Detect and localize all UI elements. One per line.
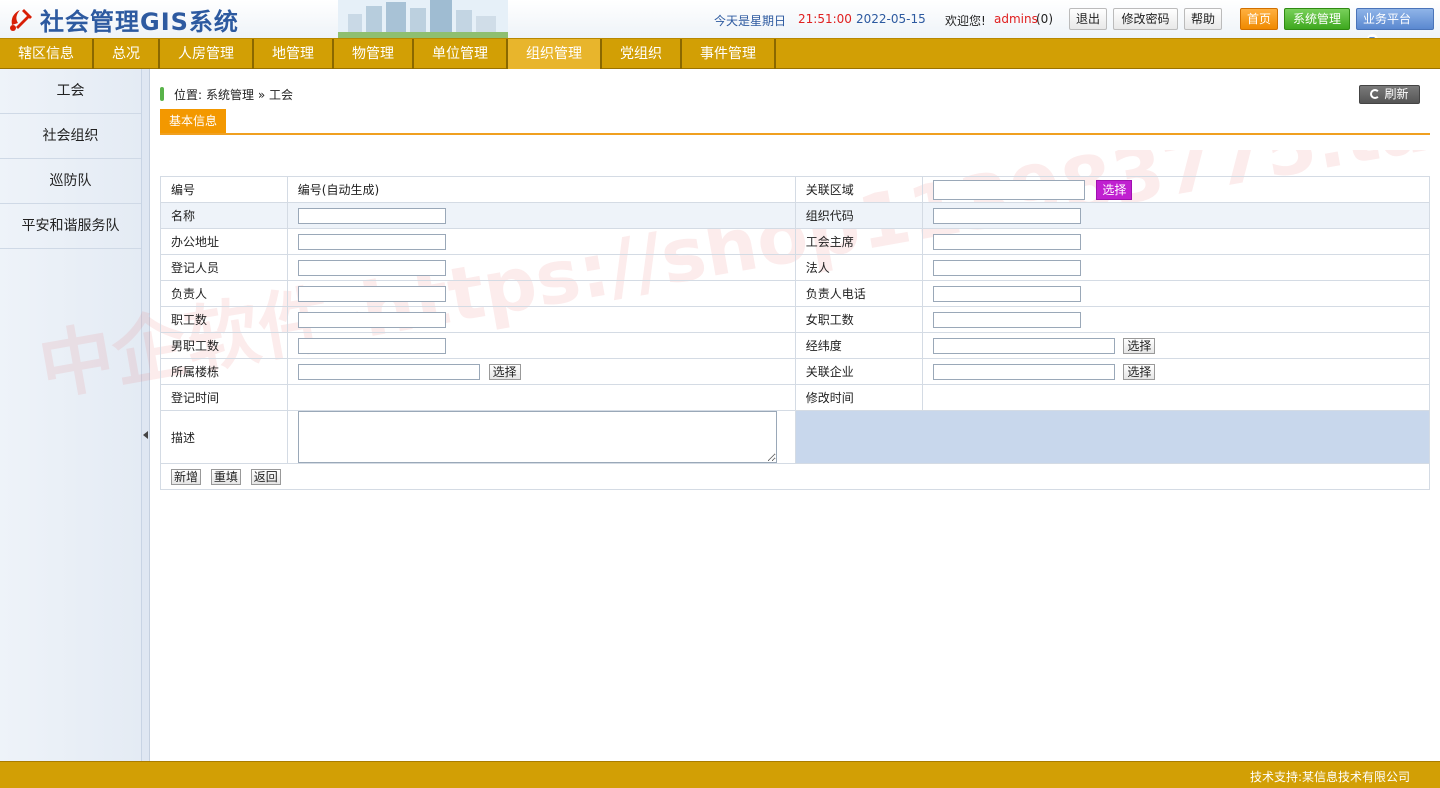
reg-time-value [286, 384, 796, 411]
company-label: 关联企业 [794, 358, 923, 385]
nav-item-overview[interactable]: 总况 [94, 39, 160, 69]
header-bar: 社会管理GIS系统 今天是星期日 21:51:00 2022-05-15 欢迎您… [0, 0, 1440, 45]
app-title: 社会管理GIS系统 [40, 7, 239, 36]
sidebar-item-harmony-team[interactable]: 平安和谐服务队 [0, 204, 141, 249]
tab-bar: 基本信息 [160, 109, 1430, 135]
nav-item-land[interactable]: 地管理 [254, 39, 334, 69]
desc-label: 描述 [160, 410, 288, 464]
sidebar-item-union[interactable]: 工会 [0, 69, 141, 114]
reg-time-label: 登记时间 [160, 384, 288, 411]
office-label: 办公地址 [160, 228, 288, 255]
latlng-select-button[interactable]: 选择 [1123, 337, 1156, 354]
sidebar-item-social-org[interactable]: 社会组织 [0, 114, 141, 159]
business-platform-label: 业务平台 [1363, 12, 1412, 26]
logout-button[interactable]: 退出 [1069, 8, 1107, 30]
building-input[interactable] [297, 363, 480, 380]
reset-button[interactable]: 重填 [210, 468, 241, 485]
male-input[interactable] [297, 337, 446, 354]
breadcrumb-path: 系统管理 » 工会 [206, 87, 294, 102]
app-logo: 社会管理GIS系统 [6, 4, 239, 36]
today-label: 今天是星期日 [714, 14, 787, 28]
sidebar-splitter[interactable] [142, 69, 150, 761]
union-form: 编号 编号(自动生成) 关联区域 选择 名称 组织代码 办公地址 工会主席 登记… [160, 176, 1431, 490]
collapse-arrow-icon[interactable] [143, 431, 148, 439]
change-password-button[interactable]: 修改密码 [1113, 8, 1178, 30]
business-platform-dropdown[interactable]: 业务平台 [1356, 8, 1434, 45]
name-label: 名称 [160, 202, 288, 229]
company-input[interactable] [932, 363, 1115, 380]
registrar-input[interactable] [297, 259, 446, 276]
breadcrumb-marker [160, 87, 164, 101]
head-phone-label: 负责人电话 [794, 280, 923, 307]
current-date: 2022-05-15 [856, 12, 926, 26]
code-label: 编号 [160, 176, 288, 203]
latlng-label: 经纬度 [794, 332, 923, 359]
clock-time: 21:51:00 [798, 12, 852, 26]
mod-time-value [921, 384, 1431, 411]
female-label: 女职工数 [794, 306, 923, 333]
building-label: 所属楼栋 [160, 358, 288, 385]
sidebar-item-patrol[interactable]: 巡防队 [0, 159, 141, 204]
help-button[interactable]: 帮助 [1184, 8, 1222, 30]
nav-item-party[interactable]: 党组织 [602, 39, 682, 69]
message-count: (0) [1036, 12, 1053, 26]
office-input[interactable] [297, 233, 446, 250]
desc-textarea[interactable] [297, 411, 777, 463]
footer-bar: 技术支持:某信息技术有限公司 [0, 761, 1440, 788]
code-value: 编号(自动生成) [286, 176, 796, 203]
latlng-input[interactable] [932, 337, 1115, 354]
desc-empty-area [794, 410, 1431, 464]
tech-support-text: 技术支持:某信息技术有限公司 [1249, 770, 1410, 784]
legal-label: 法人 [794, 254, 923, 281]
sidebar: 工会 社会组织 巡防队 平安和谐服务队 [0, 69, 142, 761]
welcome-label: 欢迎您! [945, 14, 986, 28]
nav-item-people-housing[interactable]: 人房管理 [160, 39, 254, 69]
hammer-sickle-icon [10, 9, 32, 31]
company-select-button[interactable]: 选择 [1123, 363, 1156, 380]
chairman-label: 工会主席 [794, 228, 923, 255]
breadcrumb-prefix: 位置: [174, 87, 203, 102]
refresh-button[interactable]: 刷新 [1359, 85, 1420, 104]
username: admins [994, 12, 1038, 26]
refresh-icon [1370, 89, 1381, 99]
nav-item-district[interactable]: 辖区信息 [0, 39, 94, 69]
head-label: 负责人 [160, 280, 288, 307]
back-button[interactable]: 返回 [250, 468, 281, 485]
head-input[interactable] [297, 285, 446, 302]
staff-label: 职工数 [160, 306, 288, 333]
add-button[interactable]: 新增 [171, 468, 202, 485]
home-button[interactable]: 首页 [1240, 8, 1278, 30]
name-input[interactable] [297, 207, 446, 224]
org-code-input[interactable] [932, 207, 1081, 224]
area-input[interactable] [932, 179, 1085, 200]
org-code-label: 组织代码 [794, 202, 923, 229]
staff-input[interactable] [297, 311, 446, 328]
building-select-button[interactable]: 选择 [488, 363, 521, 380]
female-input[interactable] [932, 311, 1081, 328]
breadcrumb: 位置: 系统管理 » 工会 [160, 86, 293, 102]
head-phone-input[interactable] [932, 285, 1081, 302]
chairman-input[interactable] [932, 233, 1081, 250]
nav-item-events[interactable]: 事件管理 [682, 39, 776, 69]
male-label: 男职工数 [160, 332, 288, 359]
system-admin-button[interactable]: 系统管理 [1284, 8, 1350, 30]
nav-item-unit[interactable]: 单位管理 [414, 39, 508, 69]
mod-time-label: 修改时间 [794, 384, 923, 411]
tab-basic-info[interactable]: 基本信息 [160, 109, 226, 133]
nav-item-organization[interactable]: 组织管理 [508, 39, 602, 69]
area-select-button[interactable]: 选择 [1096, 179, 1133, 200]
registrar-label: 登记人员 [160, 254, 288, 281]
main-nav: 辖区信息 总况 人房管理 地管理 物管理 单位管理 组织管理 党组织 事件管理 [0, 38, 1440, 69]
legal-input[interactable] [932, 259, 1081, 276]
skyline-banner [338, 0, 508, 38]
nav-item-property[interactable]: 物管理 [334, 39, 414, 69]
refresh-label: 刷新 [1384, 87, 1409, 101]
area-label: 关联区域 [794, 176, 923, 203]
